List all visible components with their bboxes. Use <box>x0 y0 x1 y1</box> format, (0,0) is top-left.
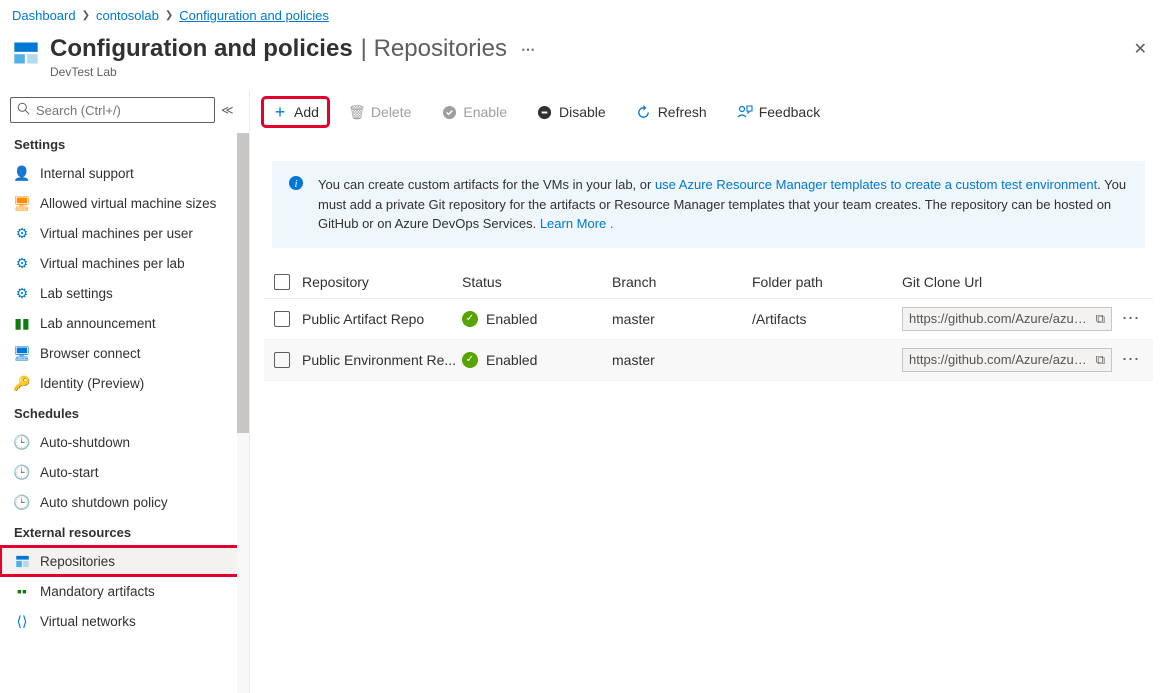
sidebar-nav: Settings 👤Internal support 🖥Allowed virt… <box>0 129 249 693</box>
checkbox-row[interactable] <box>274 352 290 368</box>
row-more-icon[interactable]: ⋯ <box>1113 349 1149 370</box>
table-row[interactable]: Public Artifact Repo ✓Enabled master /Ar… <box>264 299 1153 340</box>
network-icon: ⟨⟩ <box>14 613 30 629</box>
clock-icon: 🕒 <box>14 464 30 480</box>
artifact-icon: ▪▪ <box>14 583 30 599</box>
breadcrumb-current[interactable]: Configuration and policies <box>179 8 329 23</box>
enable-button[interactable]: Enable <box>433 99 515 125</box>
refresh-icon <box>636 104 652 120</box>
collapse-sidebar-icon[interactable]: ≪ <box>221 103 234 117</box>
cell-status: ✓Enabled <box>462 352 612 368</box>
stop-circle-icon <box>537 104 553 120</box>
nav-heading-settings: Settings <box>0 129 249 158</box>
person-icon: 👤 <box>14 165 30 181</box>
info-link-arm[interactable]: use Azure Resource Manager templates to … <box>655 177 1097 192</box>
gear-icon: ⚙ <box>14 225 30 241</box>
sidebar: ≪ Settings 👤Internal support 🖥Allowed vi… <box>0 91 250 693</box>
sidebar-item-auto-shutdown-policy[interactable]: 🕒Auto shutdown policy <box>0 487 249 517</box>
col-status[interactable]: Status <box>462 274 612 290</box>
devtest-lab-icon <box>12 39 40 67</box>
info-banner: i You can create custom artifacts for th… <box>272 161 1145 248</box>
monitor-icon: 🖥 <box>14 195 30 211</box>
key-icon: 🔑 <box>14 375 30 391</box>
cell-repository: Public Artifact Repo <box>302 311 462 327</box>
status-enabled-icon: ✓ <box>462 311 478 327</box>
sidebar-item-virtual-networks[interactable]: ⟨⟩Virtual networks <box>0 606 249 636</box>
main-content: +Add 🗑Delete Enable Disable Refresh Feed… <box>250 91 1167 693</box>
breadcrumb: Dashboard ❯ contosolab ❯ Configuration a… <box>0 0 1167 31</box>
chevron-right-icon: ❯ <box>82 10 90 21</box>
chevron-right-icon: ❯ <box>165 10 173 21</box>
checkbox-row[interactable] <box>274 311 290 327</box>
search-icon <box>17 102 30 118</box>
search-field[interactable] <box>36 103 212 118</box>
table-row[interactable]: Public Environment Re... ✓Enabled master… <box>264 340 1153 381</box>
info-text: You can create custom artifacts for the … <box>318 175 1129 234</box>
sidebar-item-lab-announcement[interactable]: ▮▮Lab announcement <box>0 308 249 338</box>
col-repository[interactable]: Repository <box>302 274 462 290</box>
breadcrumb-dashboard[interactable]: Dashboard <box>12 8 76 23</box>
more-icon[interactable]: ⋯ <box>515 41 541 58</box>
gear-icon: ⚙ <box>14 255 30 271</box>
sidebar-item-auto-shutdown[interactable]: 🕒Auto-shutdown <box>0 427 249 457</box>
close-icon[interactable]: ✕ <box>1126 35 1155 63</box>
svg-text:i: i <box>294 178 297 190</box>
copy-icon[interactable]: ⧉ <box>1096 311 1105 327</box>
refresh-button[interactable]: Refresh <box>628 99 715 125</box>
megaphone-icon: ▮▮ <box>14 315 30 331</box>
col-branch[interactable]: Branch <box>612 274 752 290</box>
trash-icon: 🗑 <box>349 104 365 120</box>
sidebar-item-allowed-vm-sizes[interactable]: 🖥Allowed virtual machine sizes <box>0 188 249 218</box>
status-enabled-icon: ✓ <box>462 352 478 368</box>
clock-icon: 🕒 <box>14 434 30 450</box>
sidebar-item-internal-support[interactable]: 👤Internal support <box>0 158 249 188</box>
delete-button[interactable]: 🗑Delete <box>341 99 419 125</box>
row-more-icon[interactable]: ⋯ <box>1113 308 1149 329</box>
page-header: Configuration and policies | Repositorie… <box>0 31 1167 91</box>
sidebar-item-auto-start[interactable]: 🕒Auto-start <box>0 457 249 487</box>
sidebar-item-identity[interactable]: 🔑Identity (Preview) <box>0 368 249 398</box>
search-input[interactable] <box>10 97 215 123</box>
table-header: Repository Status Branch Folder path Git… <box>264 266 1153 299</box>
page-title: Configuration and policies | Repositorie… <box>50 35 1116 63</box>
sidebar-item-repositories[interactable]: Repositories <box>0 546 249 576</box>
info-link-learn-more[interactable]: Learn More . <box>540 216 614 231</box>
info-icon: i <box>288 175 306 193</box>
checkbox-all[interactable] <box>274 274 290 290</box>
repo-icon <box>14 553 30 569</box>
cell-url[interactable]: https://github.com/Azure/azure...⧉ <box>902 307 1112 331</box>
disable-button[interactable]: Disable <box>529 99 614 125</box>
cell-branch: master <box>612 311 752 327</box>
add-button[interactable]: +Add <box>264 99 327 125</box>
cell-status: ✓Enabled <box>462 311 612 327</box>
cell-branch: master <box>612 352 752 368</box>
sidebar-item-lab-settings[interactable]: ⚙Lab settings <box>0 278 249 308</box>
page-subtitle: DevTest Lab <box>50 65 1116 79</box>
sidebar-item-browser-connect[interactable]: 🖥Browser connect <box>0 338 249 368</box>
scrollbar[interactable] <box>237 133 249 693</box>
gear-icon: ⚙ <box>14 285 30 301</box>
sidebar-item-mandatory-artifacts[interactable]: ▪▪Mandatory artifacts <box>0 576 249 606</box>
nav-heading-schedules: Schedules <box>0 398 249 427</box>
copy-icon[interactable]: ⧉ <box>1096 352 1105 368</box>
cell-repository: Public Environment Re... <box>302 352 462 368</box>
breadcrumb-lab[interactable]: contosolab <box>96 8 159 23</box>
clock-icon: 🕒 <box>14 494 30 510</box>
col-url[interactable]: Git Clone Url <box>902 274 1113 290</box>
monitor-icon: 🖥 <box>14 345 30 361</box>
feedback-button[interactable]: Feedback <box>729 99 828 125</box>
sidebar-item-vms-per-user[interactable]: ⚙Virtual machines per user <box>0 218 249 248</box>
cell-url[interactable]: https://github.com/Azure/azure...⧉ <box>902 348 1112 372</box>
repositories-table: Repository Status Branch Folder path Git… <box>264 266 1153 381</box>
sidebar-item-vms-per-lab[interactable]: ⚙Virtual machines per lab <box>0 248 249 278</box>
check-circle-icon <box>441 104 457 120</box>
cell-folder: /Artifacts <box>752 311 902 327</box>
nav-heading-external: External resources <box>0 517 249 546</box>
feedback-icon <box>737 104 753 120</box>
col-folder[interactable]: Folder path <box>752 274 902 290</box>
toolbar: +Add 🗑Delete Enable Disable Refresh Feed… <box>250 91 1167 133</box>
plus-icon: + <box>272 104 288 120</box>
